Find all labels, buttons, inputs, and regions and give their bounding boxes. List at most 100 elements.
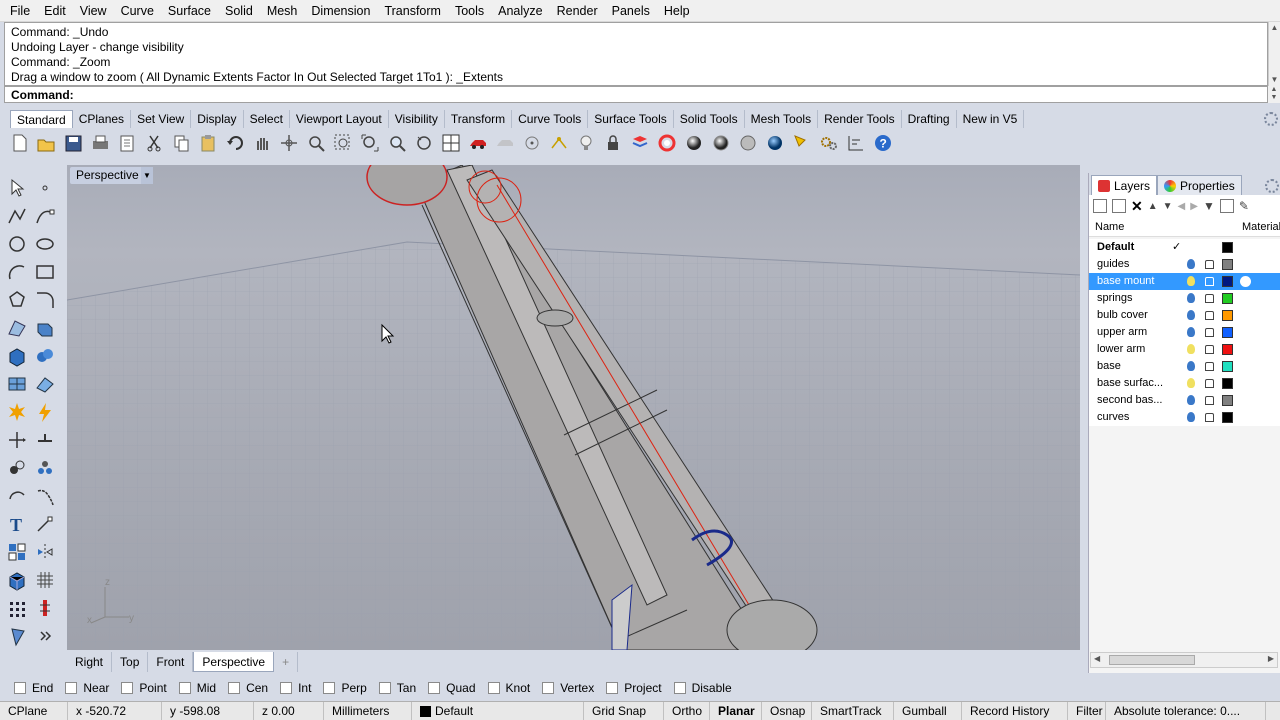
checkbox[interactable] [428,682,441,694]
filter-toggle[interactable]: Filter [1068,701,1106,720]
tab-new-in-v5[interactable]: New in V5 [957,110,1025,128]
tab-perspective[interactable]: Perspective [193,652,275,672]
tab-set-view[interactable]: Set View [131,110,192,128]
osnap-project[interactable]: Project [600,681,662,695]
checkbox[interactable] [228,682,241,694]
checkbox[interactable] [178,682,191,694]
layer-color-swatch[interactable] [1222,361,1233,372]
layer-row-springs[interactable]: springs [1089,290,1280,307]
rendered-sphere-icon[interactable] [710,132,732,154]
zoom-icon[interactable] [305,132,327,154]
layer-row-upper-arm[interactable]: upper arm [1089,324,1280,341]
scroll-thumb[interactable] [1109,655,1195,665]
layer-row-lower-arm[interactable]: lower arm [1089,341,1280,358]
grid-icon[interactable] [34,569,56,591]
tab-solid-tools[interactable]: Solid Tools [674,110,745,128]
paste-icon[interactable] [197,132,219,154]
layer-color-swatch[interactable] [1222,242,1233,253]
light-bulb-icon[interactable] [575,132,597,154]
group-icon[interactable] [6,457,28,479]
analyze-icon[interactable] [34,597,56,619]
options-gears-icon[interactable] [818,132,840,154]
import-icon[interactable] [116,132,138,154]
unlock-icon[interactable] [1205,260,1214,269]
layers-hscrollbar[interactable]: ◀ ▶ [1090,652,1278,668]
add-viewport-icon[interactable]: + [274,652,299,672]
render-preview-icon[interactable] [737,132,759,154]
tools-icon[interactable]: ✎ [1239,199,1249,213]
tab-visibility[interactable]: Visibility [389,110,445,128]
layer-color-swatch[interactable] [1222,327,1233,338]
tab-right[interactable]: Right [67,652,113,672]
scroll-up-icon[interactable]: ▲ [1269,22,1280,34]
circle-icon[interactable] [6,233,28,255]
layer-properties-icon[interactable] [629,132,651,154]
tab-standard[interactable]: Standard [10,110,73,128]
osnap-toggle[interactable]: Osnap [762,701,812,720]
polygon-icon[interactable] [6,289,28,311]
osnap-quad[interactable]: Quad [422,681,476,695]
surface-from-curves-icon[interactable] [6,317,28,339]
copy-icon[interactable] [170,132,192,154]
help-icon[interactable]: ? [872,132,894,154]
menu-render[interactable]: Render [550,0,605,22]
layer-color-swatch[interactable] [1222,395,1233,406]
checkbox[interactable] [487,682,500,694]
dimension-tool-icon[interactable] [845,132,867,154]
osnap-disable[interactable]: Disable [668,681,732,695]
ortho-toggle[interactable]: Ortho [664,701,710,720]
light-bulb-icon[interactable] [1187,361,1195,371]
unlock-icon[interactable] [1205,328,1214,337]
osnap-cen[interactable]: Cen [222,681,268,695]
scroll-down-icon[interactable]: ▼ [1269,74,1280,86]
move-left-icon[interactable]: ◀ [1178,201,1186,212]
patch-surface-icon[interactable] [34,373,56,395]
ghosted-car-icon[interactable] [494,132,516,154]
block-icon[interactable] [6,569,28,591]
layer-row-guides[interactable]: guides [1089,256,1280,273]
light-bulb-icon[interactable] [1187,276,1195,286]
curve-icon[interactable] [34,205,56,227]
car-render-icon[interactable] [467,132,489,154]
menu-mesh[interactable]: Mesh [260,0,305,22]
menu-solid[interactable]: Solid [218,0,260,22]
layer-row-base-surface[interactable]: base surfac... [1089,375,1280,392]
layer-row-bulb-cover[interactable]: bulb cover [1089,307,1280,324]
new-icon[interactable] [8,132,30,154]
menu-edit[interactable]: Edit [37,0,73,22]
scene-canvas[interactable]: z x y [67,165,1080,650]
layer-color-swatch[interactable] [1222,293,1233,304]
light-bulb-icon[interactable] [1187,378,1195,388]
lock-icon[interactable] [602,132,624,154]
osnap-vertex[interactable]: Vertex [536,681,594,695]
osnap-mid[interactable]: Mid [173,681,216,695]
smarttrack-toggle[interactable]: SmartTrack [812,701,894,720]
tab-layers[interactable]: Layers [1091,175,1158,195]
command-input[interactable]: Command: [4,86,1268,103]
layer-row-default[interactable]: Default ✓ [1089,239,1280,256]
unlock-icon[interactable] [1205,413,1214,422]
layer-row-base-mount[interactable]: base mount [1089,273,1280,290]
checkbox[interactable] [542,682,555,694]
boolean-spheres-icon[interactable] [34,345,56,367]
menu-surface[interactable]: Surface [161,0,218,22]
cut-icon[interactable] [143,132,165,154]
planar-toggle[interactable]: Planar [710,701,762,720]
tab-display[interactable]: Display [191,110,244,128]
tab-drafting[interactable]: Drafting [902,110,957,128]
tab-viewport-layout[interactable]: Viewport Layout [290,110,389,128]
osnap-near[interactable]: Near [59,681,109,695]
tab-transform[interactable]: Transform [445,110,513,128]
menu-help[interactable]: Help [657,0,697,22]
toolbar-gear-icon[interactable] [1264,112,1278,126]
light-bulb-icon[interactable] [1187,344,1195,354]
menu-dimension[interactable]: Dimension [304,0,377,22]
point-icon[interactable] [34,177,56,199]
scroll-left-icon[interactable]: ◀ [1094,654,1100,663]
unlock-icon[interactable] [1205,396,1214,405]
spotlight-icon[interactable] [791,132,813,154]
point-grid-icon[interactable] [6,597,28,619]
arc-icon[interactable] [6,261,28,283]
trim-lightning-icon[interactable] [34,401,56,423]
measure-icon[interactable] [6,625,28,647]
